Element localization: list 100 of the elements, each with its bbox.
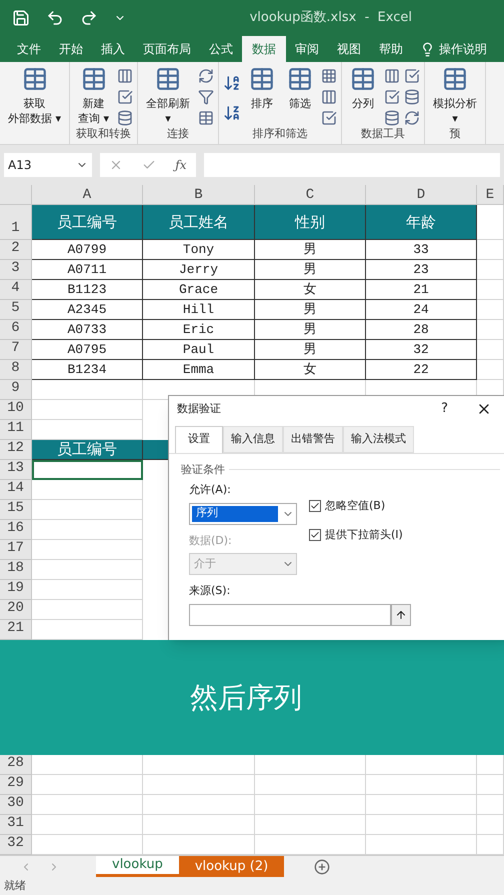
ribbon-tab[interactable]: 开始	[50, 36, 92, 62]
table-cell: 男	[255, 340, 366, 360]
table-cell: 22	[366, 360, 477, 380]
row-header[interactable]: 6	[0, 320, 32, 340]
window-title: vlookup函数.xlsx - Excel	[250, 8, 412, 27]
table-cell: 32	[366, 340, 477, 360]
header-cell: 性别	[255, 205, 366, 240]
header-cell: 年龄	[366, 205, 477, 240]
header-cell: 员工编号	[32, 205, 143, 240]
row-header[interactable]: 18	[0, 560, 32, 580]
ribbon-button[interactable]: 新建 查询 ▾	[74, 66, 114, 126]
table-cell: 男	[255, 320, 366, 340]
table-cell: Tony	[143, 240, 255, 260]
status-text: 就绪	[4, 879, 26, 893]
ribbon-group-label: 排序和筛选	[252, 126, 309, 142]
row-header[interactable]: 20	[0, 600, 32, 620]
row-header[interactable]: 16	[0, 520, 32, 540]
table-cell: A0795	[32, 340, 143, 360]
row-header[interactable]: 10	[0, 400, 32, 420]
ribbon-tab[interactable]: 审阅	[286, 36, 328, 62]
table-cell: A2345	[32, 300, 143, 320]
table-cell: Hill	[143, 300, 255, 320]
table-cell: 男	[255, 300, 366, 320]
table-cell: A0733	[32, 320, 143, 340]
dialog-tab[interactable]: 出错警告	[283, 426, 343, 452]
ribbon-group-label: 预	[448, 126, 462, 142]
row-header[interactable]: 5	[0, 300, 32, 320]
row-header[interactable]: 13	[0, 460, 32, 480]
dialog-tab[interactable]: 设置	[175, 426, 223, 452]
row-header[interactable]: 29	[0, 775, 32, 795]
table-cell: 23	[366, 260, 477, 280]
row-header[interactable]: 15	[0, 500, 32, 520]
table-cell: 女	[255, 280, 366, 300]
table-cell: B1123	[32, 280, 143, 300]
row-header[interactable]: 8	[0, 360, 32, 380]
sheet-tab[interactable]: vlookup	[96, 856, 179, 877]
checkbox-label: 忽略空值(B)	[325, 498, 386, 514]
table-cell: 男	[255, 240, 366, 260]
row-header[interactable]: 2	[0, 240, 32, 260]
allow-dropdown[interactable]: 序列	[189, 502, 297, 524]
name-box[interactable]: A13	[4, 153, 92, 177]
row-header[interactable]: 11	[0, 420, 32, 440]
header-cell: 员工编号	[32, 440, 143, 460]
checkbox-label: 提供下拉箭头(I)	[325, 526, 403, 542]
table-cell: B1234	[32, 360, 143, 380]
ribbon-button[interactable]: 分列	[346, 66, 380, 111]
row-header[interactable]: 19	[0, 580, 32, 600]
ribbon-tab[interactable]: 插入	[92, 36, 134, 62]
row-header[interactable]: 12	[0, 440, 32, 460]
tell-me-field[interactable]: 操作说明	[439, 40, 487, 58]
row-header[interactable]: 1	[0, 205, 32, 240]
row-header[interactable]: 3	[0, 260, 32, 280]
row-header[interactable]: 17	[0, 540, 32, 560]
column-header[interactable]: E	[477, 185, 504, 205]
table-cell: 24	[366, 300, 477, 320]
table-cell: Paul	[143, 340, 255, 360]
ribbon-tab[interactable]: 数据	[242, 36, 286, 62]
ribbon-group-label: 获取和转换	[75, 126, 132, 142]
ribbon-tab[interactable]: 页面布局	[134, 36, 200, 62]
insert-function-button[interactable]: ƒx	[175, 156, 187, 174]
table-cell: Grace	[143, 280, 255, 300]
row-header[interactable]: 7	[0, 340, 32, 360]
ribbon-group-label: 连接	[166, 126, 190, 142]
table-cell: 33	[366, 240, 477, 260]
row-header[interactable]: 28	[0, 755, 32, 775]
row-header[interactable]: 31	[0, 815, 32, 835]
dialog-tab[interactable]: 输入信息	[223, 426, 283, 452]
table-cell: Eric	[143, 320, 255, 340]
table-cell: 21	[366, 280, 477, 300]
dialog-title: 数据验证	[177, 400, 221, 417]
ribbon-tab[interactable]: 公式	[200, 36, 242, 62]
help-button[interactable]: ?	[441, 399, 448, 419]
sheet-tab[interactable]: vlookup (2)	[178, 856, 284, 877]
dialog-tab[interactable]: 输入法模式	[343, 426, 414, 452]
ribbon-button[interactable]: 获取 外部数据 ▾	[4, 66, 66, 126]
ribbon-group-label: 数据工具	[360, 126, 406, 142]
table-cell: 28	[366, 320, 477, 340]
table-cell: A0799	[32, 240, 143, 260]
table-cell: A0711	[32, 260, 143, 280]
ribbon-tab[interactable]: 文件	[8, 36, 50, 62]
table-cell: Emma	[143, 360, 255, 380]
section-label: 验证条件	[181, 462, 225, 478]
table-cell: Jerry	[143, 260, 255, 280]
ribbon-button[interactable]: 全部刷新 ▾	[142, 66, 194, 126]
ribbon-button[interactable]: 排序	[245, 66, 280, 111]
row-header[interactable]: 32	[0, 835, 32, 855]
ribbon-tab[interactable]: 视图	[328, 36, 370, 62]
field-label: 数据(D):	[189, 532, 233, 548]
row-header[interactable]: 9	[0, 380, 32, 400]
caption-text: 然后序列	[190, 680, 302, 716]
field-label: 来源(S):	[189, 584, 230, 597]
ribbon-button[interactable]: 筛选	[283, 66, 318, 111]
row-header[interactable]: 4	[0, 280, 32, 300]
header-cell: 员工姓名	[143, 205, 255, 240]
row-header[interactable]: 14	[0, 480, 32, 500]
table-cell: 女	[255, 360, 366, 380]
ribbon-button[interactable]: 模拟分析 ▾	[429, 66, 482, 126]
row-header[interactable]: 21	[0, 620, 32, 640]
ribbon-tab[interactable]: 帮助	[370, 36, 412, 62]
row-header[interactable]: 30	[0, 795, 32, 815]
